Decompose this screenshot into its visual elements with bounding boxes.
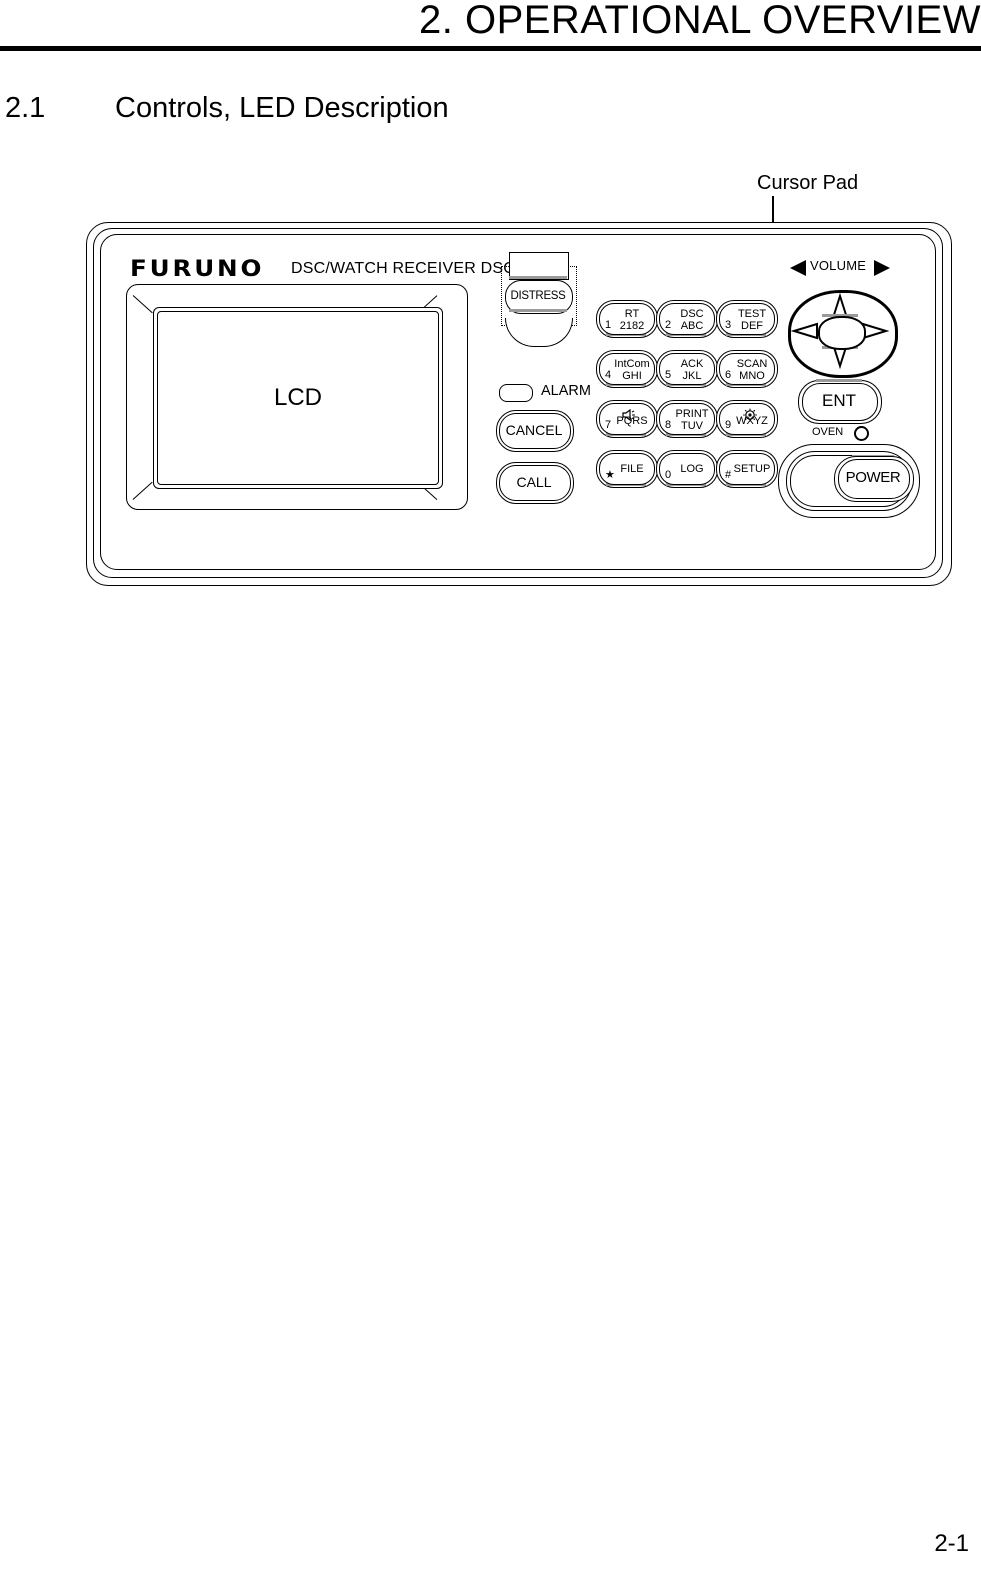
lcd-bevel-bottom-left	[132, 481, 153, 501]
lcd-label: LCD	[273, 384, 322, 411]
key-digit-label: 3	[725, 319, 732, 331]
key-text-label: WXYZ	[736, 415, 768, 427]
ent-button-shadow	[816, 379, 862, 382]
key-text-label: IntCom GHI	[614, 358, 650, 382]
header-rule	[0, 46, 981, 51]
cursor-right-arrow-icon	[862, 322, 890, 340]
call-button-label: CALL	[516, 474, 552, 490]
oven-label: OVEN	[812, 426, 844, 438]
volume-left-arrow-icon	[790, 260, 806, 276]
alarm-led-icon	[499, 384, 533, 402]
key-text-label: FILE	[620, 463, 644, 475]
section-name: Controls, LED Description	[115, 92, 449, 124]
key-text-label: ACK JKL	[680, 358, 704, 382]
key-text-label: PRINT TUV	[675, 408, 709, 432]
furuno-logo: FURUNO	[130, 257, 265, 282]
volume-label: VOLUME	[810, 258, 867, 273]
key-digit-label: 9	[725, 419, 732, 431]
key-digit-label: 4	[605, 369, 612, 381]
chapter-title: 2. OPERATIONAL OVERVIEW	[418, 0, 981, 42]
section-heading: 2.1 Controls, LED Description	[5, 92, 865, 132]
chapter-header: 2. OPERATIONAL OVERVIEW	[0, 0, 981, 52]
key-digit-label: 6	[725, 369, 732, 381]
cursor-pad-hub[interactable]	[818, 316, 866, 350]
lcd-bevel-top-left	[132, 295, 153, 314]
key-digit-label: 0	[665, 469, 672, 481]
page-number: 2-1	[934, 1530, 969, 1557]
key-text-label: RT 2182	[619, 308, 645, 332]
alarm-label: ALARM	[541, 383, 591, 399]
device-front-panel-illustration: FURUNO DSC/WATCH RECEIVER DSC-60 LCD DIS…	[86, 222, 954, 588]
distress-lid-shadow	[509, 276, 567, 279]
callout-cursor-pad-label: Cursor Pad	[757, 172, 859, 194]
key-digit-label: 5	[665, 369, 672, 381]
ent-button-label: ENT	[822, 391, 856, 410]
key-text-label: DSC ABC	[680, 308, 704, 332]
alarm-led-group: ALARM	[499, 382, 609, 404]
key-text-label: PQRS	[616, 415, 648, 427]
numeric-keypad: 1 RT 2182 2 DSC ABC 3 TEST DEF 4 IntCom GHI 5 ACK JKL 6…	[596, 300, 778, 496]
lcd-bezel: LCD	[126, 284, 468, 510]
cursor-left-arrow-icon	[790, 322, 818, 340]
key-digit-label: #	[725, 469, 732, 481]
key-digit-label: 8	[665, 419, 672, 431]
volume-indicator-group: VOLUME	[786, 258, 906, 280]
section-number: 2.1	[5, 92, 46, 124]
distress-button-assembly: DISTRESS	[499, 252, 591, 362]
oven-led-icon	[854, 426, 869, 441]
key-text-label: LOG	[680, 463, 704, 475]
key-digit-label: 1	[605, 319, 612, 331]
key-text-label: SCAN MNO	[736, 358, 768, 382]
key-text-label: SETUP	[733, 463, 771, 475]
distress-cover-lip	[505, 318, 573, 347]
power-button-label: POWER	[845, 469, 901, 486]
key-text-label: TEST DEF	[737, 308, 767, 332]
key-digit-label: 2	[665, 319, 672, 331]
lcd-screen: LCD	[153, 307, 443, 489]
distress-button-label: DISTRESS	[510, 290, 566, 302]
oven-led-group: OVEN	[812, 425, 892, 441]
key-digit-label: 7	[605, 419, 612, 431]
cancel-button-label: CANCEL	[505, 422, 563, 438]
cursor-pad[interactable]	[788, 290, 898, 378]
volume-right-arrow-icon	[874, 260, 890, 276]
